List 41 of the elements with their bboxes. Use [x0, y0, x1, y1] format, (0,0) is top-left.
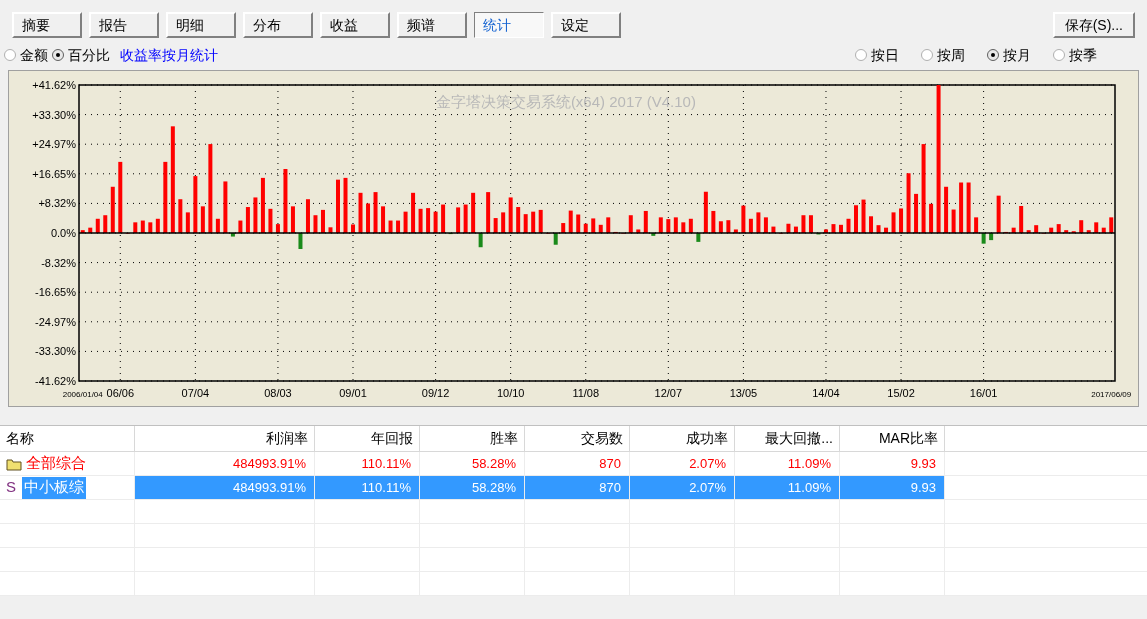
x-axis-label: 16/01: [969, 387, 998, 399]
table-cell: 58.28%: [420, 476, 525, 499]
y-axis-label: +16.65%: [32, 167, 76, 180]
y-axis-label: -33.30%: [35, 345, 76, 358]
x-axis-label: 09/01: [339, 387, 367, 399]
table-cell: 2.07%: [630, 452, 735, 475]
x-axis-label: 08/03: [264, 387, 292, 399]
y-axis-label: +33.30%: [32, 108, 76, 121]
table-cell: 9.93: [840, 452, 945, 475]
table-cell: 2.07%: [630, 476, 735, 499]
x-axis-label: 2006/01/04: [62, 390, 103, 399]
y-axis-label: -41.62%: [35, 375, 76, 387]
x-axis-label: 09/12: [421, 387, 450, 399]
y-axis-label: +24.97%: [32, 138, 76, 151]
table-cell: 110.11%: [315, 452, 420, 475]
symbol-label: S: [6, 477, 17, 498]
y-axis-label: 0.0%: [50, 227, 76, 239]
x-axis-label: 11/08: [572, 387, 600, 399]
table-cell: 11.09%: [735, 476, 840, 499]
x-axis-label: 14/04: [812, 387, 840, 399]
x-axis-label: 13/05: [729, 387, 758, 399]
y-axis-label: +8.32%: [38, 197, 76, 210]
table-cell: 870: [525, 476, 630, 499]
x-axis-label: 15/02: [887, 387, 915, 399]
table-cell: 58.28%: [420, 452, 525, 475]
y-axis-label: -16.65%: [35, 286, 76, 299]
y-axis-label: -24.97%: [35, 315, 76, 328]
x-axis-label: 06/06: [106, 387, 135, 399]
y-axis-label: -8.32%: [41, 256, 76, 269]
table-cell: 110.11%: [315, 476, 420, 499]
table-cell: 11.09%: [735, 452, 840, 475]
x-axis-label: 10/10: [496, 387, 525, 399]
table-cell: 9.93: [840, 476, 945, 499]
table-cell: 484993.91%: [135, 476, 315, 499]
x-axis-label: 12/07: [654, 387, 683, 399]
x-axis-label: 07/04: [181, 387, 210, 399]
x-axis-label: 2017/06/09: [1091, 390, 1132, 399]
chart-title: 收益率按月统计: [120, 45, 218, 65]
table-cell: 484993.91%: [135, 452, 315, 475]
table-cell: 870: [525, 452, 630, 475]
y-axis-label: +41.62%: [32, 79, 76, 91]
